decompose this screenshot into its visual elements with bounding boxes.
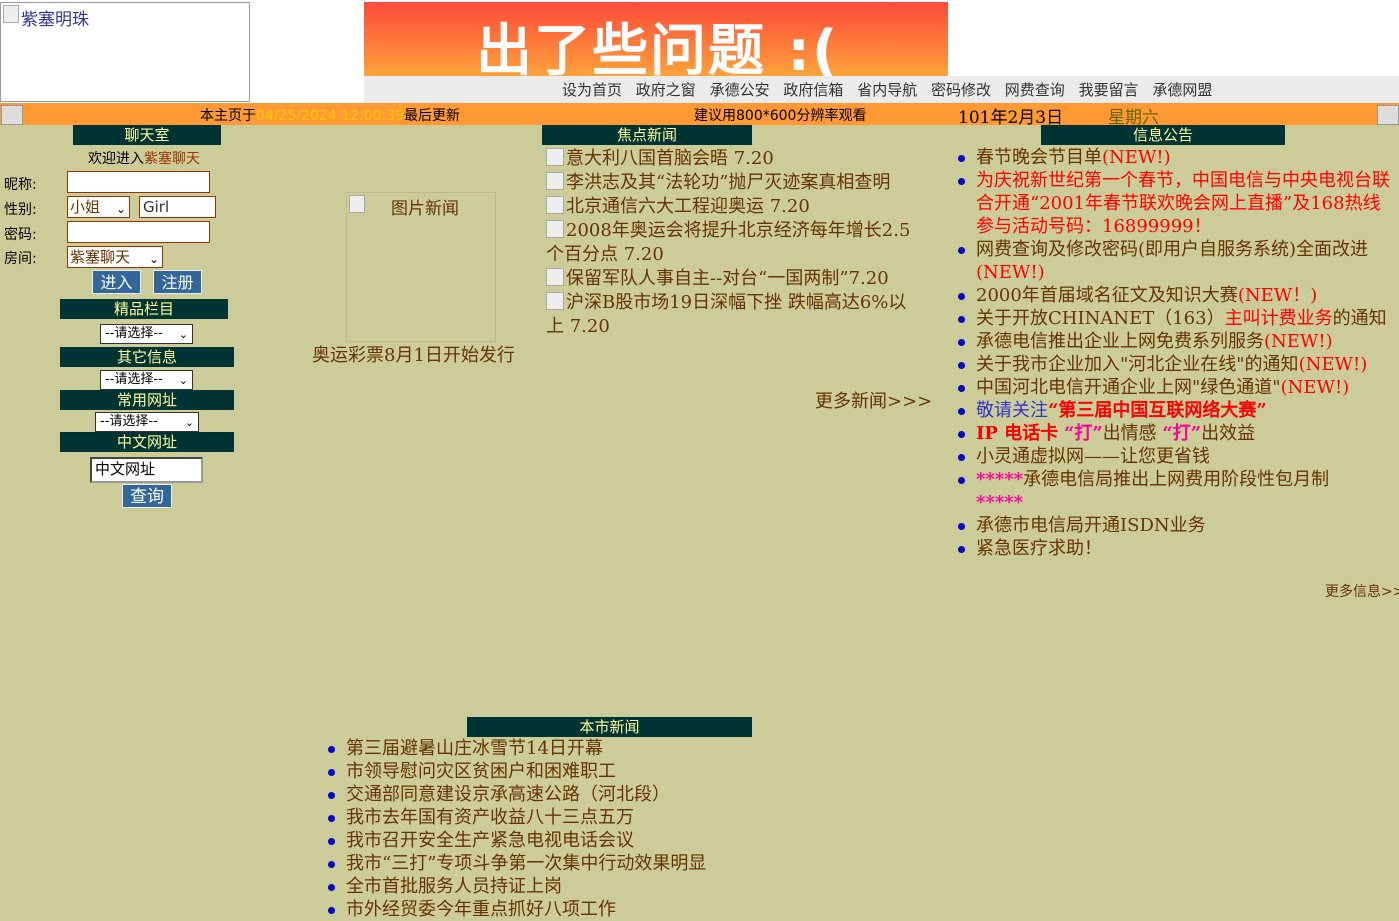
resolution-note: 建议用800*600分辨率观看	[694, 108, 867, 124]
broken-image-icon	[3, 5, 19, 23]
news-item[interactable]: 2008年奥运会将提升北京经济每年增长2.5个百分点 7.20	[546, 219, 914, 267]
notice-item[interactable]: 关于我市企业加入"河北企业在线"的通知(NEW!)	[954, 353, 1398, 376]
news-item[interactable]: 北京通信六大工程迎奥运 7.20	[546, 195, 914, 219]
chinese-url-title: 中文网址	[60, 432, 234, 452]
banner-error-text: 出了些问题 :(	[476, 19, 840, 84]
gender-label: 性别:	[4, 202, 37, 218]
notice-item[interactable]: *****承德电信局推出上网费用阶段性包月制 *****	[954, 468, 1398, 514]
nav-link-gov-mailbox[interactable]: 政府信箱	[783, 81, 843, 99]
local-news-item[interactable]: 交通部同意建设京承高速公路（河北段）	[324, 783, 924, 806]
nickname-input[interactable]	[67, 171, 210, 193]
nav-link-alliance[interactable]: 承德网盟	[1152, 81, 1212, 99]
broken-image-icon	[546, 292, 564, 310]
other-info-title: 其它信息	[60, 347, 234, 367]
notice-item[interactable]: 敬请关注“第三届中国互联网络大赛”	[954, 399, 1398, 422]
broken-image-icon	[546, 268, 564, 286]
photo-news-caption[interactable]: 奥运彩票8月1日开始发行	[312, 341, 515, 367]
focus-news-list: 意大利八国首脑会晤 7.20 李洪志及其“法轮功”抛尸灭迹案真相查明 北京通信六…	[546, 147, 914, 339]
photo-news-image[interactable]: 图片新闻	[346, 192, 496, 342]
featured-title: 精品栏目	[60, 299, 228, 319]
room-select[interactable]: 紫塞聊天 ⌄	[67, 246, 163, 268]
chevron-down-icon: ⌄	[178, 374, 188, 387]
local-news-item[interactable]: 我市去年国有资产收益八十三点五万	[324, 806, 924, 829]
chevron-down-icon: ⌄	[148, 252, 159, 266]
nav-link-password[interactable]: 密码修改	[931, 81, 991, 99]
gender-text-input[interactable]: Girl	[139, 196, 216, 218]
common-sites-select[interactable]: --请选择-- ⌄	[95, 412, 199, 432]
notice-item[interactable]: 春节晚会节目单(NEW!)	[954, 146, 1398, 169]
notice-item[interactable]: 小灵通虚拟网——让您更省钱	[954, 445, 1398, 468]
local-news-item[interactable]: 市领导慰问灾区贫困户和困难职工	[324, 760, 924, 783]
notice-item[interactable]: 网费查询及修改密码(即用户自服务系统)全面改进(NEW!)	[954, 238, 1398, 284]
notice-item[interactable]: 紧急医疗求助！	[954, 537, 1398, 560]
chevron-down-icon: ⌄	[115, 202, 126, 216]
local-news-item[interactable]: 全市首批服务人员持证上岗	[324, 875, 924, 898]
more-info-link[interactable]: 更多信息>>>	[1325, 581, 1399, 601]
notice-item[interactable]: 承德电信推出企业上网免费系列服务(NEW!)	[954, 330, 1398, 353]
notice-item[interactable]: 承德市电信局开通ISDN业务	[954, 514, 1398, 537]
notice-item[interactable]: 为庆祝新世纪第一个春节，中国电信与中央电视台联合开通“2001年春节联欢晚会网上…	[954, 169, 1398, 238]
nav-link-fee-query[interactable]: 网费查询	[1005, 81, 1065, 99]
nav-link-police[interactable]: 承德公安	[710, 81, 770, 99]
password-input[interactable]	[67, 221, 210, 243]
password-label: 密码:	[4, 227, 37, 243]
nav-link-home[interactable]: 设为首页	[562, 81, 622, 99]
broken-image-icon	[546, 220, 564, 238]
banner-error: 出了些问题 :(	[364, 2, 948, 84]
notices-list: 春节晚会节目单(NEW!) 为庆祝新世纪第一个春节，中国电信与中央电视台联合开通…	[954, 146, 1398, 560]
logo-alt-text: 紫塞明珠	[21, 10, 89, 30]
broken-image-icon	[546, 148, 564, 166]
local-news-item[interactable]: 市外经贸委今年重点抓好八项工作	[324, 898, 924, 921]
news-item[interactable]: 李洪志及其“法轮功”抛尸灭迹案真相查明	[546, 171, 914, 195]
news-item[interactable]: 意大利八国首脑会晤 7.20	[546, 147, 914, 171]
notices-title: 信息公告	[1041, 125, 1285, 145]
featured-select[interactable]: --请选择-- ⌄	[100, 324, 193, 344]
enter-button[interactable]: 进入	[92, 270, 141, 294]
chat-title: 聊天室	[73, 125, 221, 145]
focus-news-title: 焦点新闻	[542, 125, 752, 145]
nickname-label: 昵称:	[4, 177, 37, 193]
broken-image-icon	[1, 105, 23, 125]
more-news-link[interactable]: 更多新闻>>>	[815, 387, 932, 413]
broken-image-icon	[546, 196, 564, 214]
chat-welcome: 欢迎进入紫塞聊天	[88, 151, 200, 167]
notice-item[interactable]: 2000年首届域名征文及知识大赛(NEW！)	[954, 284, 1398, 307]
local-news-list: 第三届避暑山庄冰雪节14日开幕 市领导慰问灾区贫困户和困难职工 交通部同意建设京…	[324, 737, 924, 921]
site-logo[interactable]: 紫塞明珠	[0, 2, 250, 102]
notice-item[interactable]: 中国河北电信开通企业上网"绿色通道"(NEW!)	[954, 376, 1398, 399]
gender-select[interactable]: 小姐 ⌄	[67, 196, 130, 218]
other-info-select[interactable]: --请选择-- ⌄	[100, 370, 193, 390]
notice-item[interactable]: 关于开放CHINANET（163）主叫计费业务的通知	[954, 307, 1398, 330]
broken-image-icon	[1377, 105, 1399, 125]
updated-suffix: 最后更新	[404, 108, 461, 124]
common-sites-title: 常用网址	[60, 390, 234, 410]
local-news-title: 本市新闻	[467, 717, 752, 737]
news-item[interactable]: 沪深B股市场19日深幅下挫 跌幅高达6%以上 7.20	[546, 291, 914, 339]
chevron-down-icon: ⌄	[178, 328, 188, 341]
nav-link-province[interactable]: 省内导航	[857, 81, 917, 99]
updated-time: 04/25/2024 12:00:39	[256, 108, 405, 124]
register-button[interactable]: 注册	[153, 270, 202, 294]
top-nav: 设为首页 政府之窗 承德公安 政府信箱 省内导航 密码修改 网费查询 我要留言 …	[364, 76, 1399, 103]
local-news-item[interactable]: 我市“三打”专项斗争第一次集中行动效果明显	[324, 852, 924, 875]
chinese-url-input[interactable]: 中文网址	[90, 457, 203, 483]
local-news-item[interactable]: 我市召开安全生产紧急电视电话会议	[324, 829, 924, 852]
info-bar: 本主页于04/25/2024 12:00:39最后更新 建议用800*600分辨…	[0, 103, 1399, 128]
nav-link-guestbook[interactable]: 我要留言	[1079, 81, 1139, 99]
updated-prefix: 本主页于	[200, 108, 256, 124]
broken-image-icon	[546, 172, 564, 190]
notice-item[interactable]: IP 电话卡 “打”出情感 “打”出效益	[954, 422, 1398, 445]
photo-news-alt: 图片新闻	[391, 199, 459, 219]
broken-image-icon	[349, 195, 365, 213]
nav-link-government[interactable]: 政府之窗	[636, 81, 696, 99]
chevron-down-icon: ⌄	[184, 416, 194, 429]
news-item[interactable]: 保留军队人事自主--对台“一国两制”7.20	[546, 267, 914, 291]
query-button[interactable]: 查询	[122, 484, 172, 508]
room-label: 房间:	[4, 251, 37, 267]
local-news-item[interactable]: 第三届避暑山庄冰雪节14日开幕	[324, 737, 924, 760]
